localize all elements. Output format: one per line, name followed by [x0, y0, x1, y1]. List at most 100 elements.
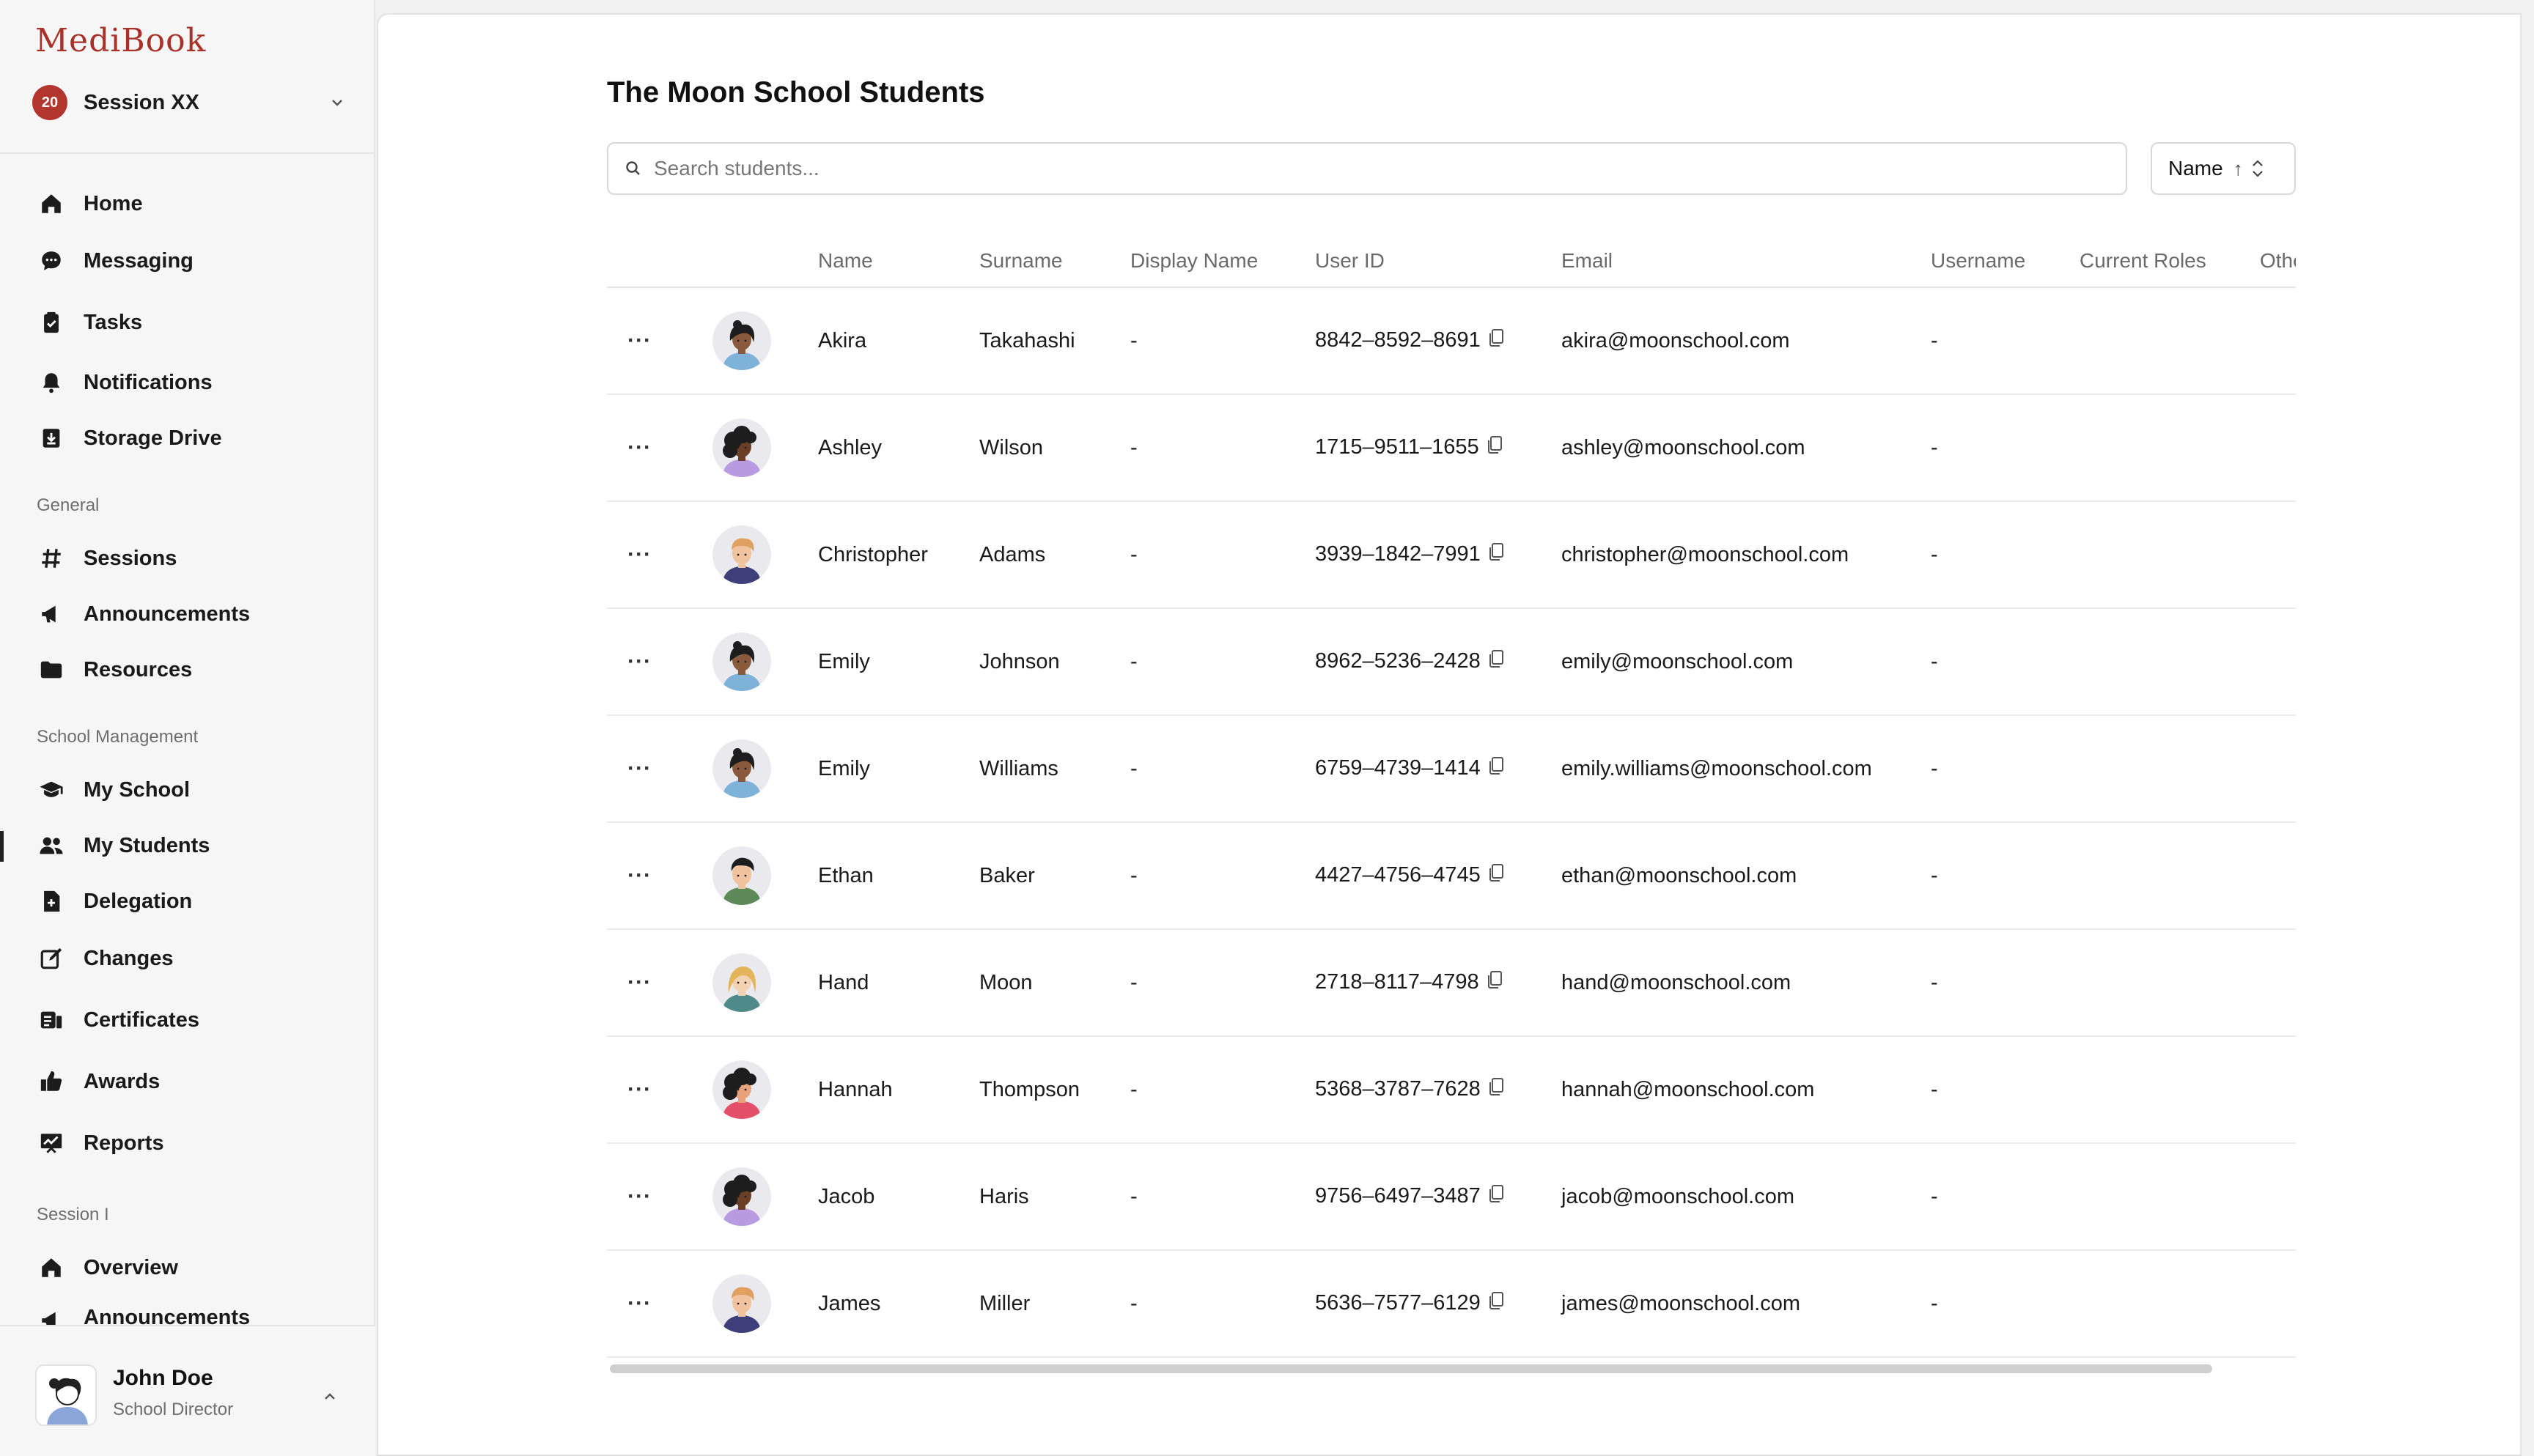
sidebar-item-label: Messaging — [84, 248, 194, 273]
table-row[interactable]: ··· Ashley Wilson - 1715–9511–1655 ashle… — [607, 394, 2296, 502]
user-id-text: 1715–9511–1655 — [1315, 435, 1479, 459]
cell-user-id: 6759–4739–1414 — [1315, 715, 1561, 823]
cell-other — [2260, 1143, 2296, 1251]
horizontal-scrollbar[interactable] — [610, 1364, 2212, 1373]
table-row[interactable]: ··· Hannah Thompson - 5368–3787–7628 han… — [607, 1036, 2296, 1144]
students-table-container[interactable]: Name Surname Display Name User ID Email … — [607, 234, 2296, 1385]
column-current-roles[interactable]: Current Roles — [2080, 234, 2260, 288]
avatar — [712, 953, 771, 1012]
row-actions-menu[interactable]: ··· — [607, 929, 712, 1037]
table-row[interactable]: ··· Jacob Haris - 9756–6497–3487 jacob@m… — [607, 1143, 2296, 1251]
table-row[interactable]: ··· James Miller - 5636–7577–6129 james@… — [607, 1250, 2296, 1358]
column-actions — [607, 234, 712, 288]
copy-icon[interactable] — [1487, 435, 1503, 460]
cell-surname: Miller — [979, 1250, 1130, 1358]
sidebar-item-delegation[interactable]: Delegation — [37, 882, 192, 920]
column-surname[interactable]: Surname — [979, 234, 1130, 288]
cell-surname: Wilson — [979, 394, 1130, 502]
cell-surname: Baker — [979, 822, 1130, 930]
cell-name: Hannah — [818, 1036, 979, 1144]
sidebar-item-reports[interactable]: Reports — [37, 1124, 164, 1162]
sidebar-item-certificates[interactable]: Certificates — [37, 1001, 199, 1039]
row-actions-menu[interactable]: ··· — [607, 1250, 712, 1358]
cell-user-id: 9756–6497–3487 — [1315, 1143, 1561, 1251]
sidebar-item-my-school[interactable]: My School — [37, 771, 190, 809]
sidebar-item-overview[interactable]: Overview — [37, 1249, 178, 1287]
copy-icon[interactable] — [1488, 649, 1504, 674]
cell-username: - — [1931, 1036, 2080, 1144]
row-actions-menu[interactable]: ··· — [607, 287, 712, 395]
copy-icon[interactable] — [1488, 863, 1504, 888]
table-row[interactable]: ··· Ethan Baker - 4427–4756–4745 ethan@m… — [607, 822, 2296, 930]
cell-current-roles — [2080, 394, 2260, 502]
nav-section-school: School Management — [37, 727, 199, 747]
column-username[interactable]: Username — [1931, 234, 2080, 288]
search-icon — [626, 161, 640, 175]
avatar-cell — [712, 715, 818, 823]
search-input[interactable] — [654, 157, 2047, 180]
column-email[interactable]: Email — [1561, 234, 1931, 288]
column-other[interactable]: Other — [2260, 234, 2296, 288]
table-row[interactable]: ··· Emily Williams - 6759–4739–1414 emil… — [607, 715, 2296, 823]
row-actions-menu[interactable]: ··· — [607, 1143, 712, 1251]
copy-icon[interactable] — [1488, 328, 1504, 353]
cell-email: ashley@moonschool.com — [1561, 394, 1931, 502]
user-role: School Director — [113, 1400, 234, 1419]
sidebar-item-my-students[interactable]: My Students — [37, 827, 210, 865]
row-actions-menu[interactable]: ··· — [607, 822, 712, 930]
avatar — [712, 739, 771, 798]
sidebar-item-announcements[interactable]: Announcements — [37, 1303, 250, 1325]
avatar-cell — [712, 608, 818, 716]
cell-other — [2260, 822, 2296, 930]
cell-email: james@moonschool.com — [1561, 1250, 1931, 1358]
row-actions-menu[interactable]: ··· — [607, 1036, 712, 1144]
user-profile[interactable]: John Doe School Director — [0, 1325, 375, 1456]
copy-icon[interactable] — [1488, 1184, 1504, 1209]
table-row[interactable]: ··· Akira Takahashi - 8842–8592–8691 aki… — [607, 287, 2296, 395]
sidebar-item-notifications[interactable]: Notifications — [37, 363, 213, 402]
cell-name: James — [818, 1250, 979, 1358]
row-actions-menu[interactable]: ··· — [607, 501, 712, 609]
sidebar-item-resources[interactable]: Resources — [37, 651, 192, 689]
table-row[interactable]: ··· Hand Moon - 2718–8117–4798 hand@moon… — [607, 929, 2296, 1037]
avatar-cell — [712, 287, 818, 395]
copy-icon[interactable] — [1487, 970, 1503, 995]
table-header-row: Name Surname Display Name User ID Email … — [607, 234, 2296, 288]
cell-username: - — [1931, 929, 2080, 1037]
sidebar-item-changes[interactable]: Changes — [37, 939, 173, 978]
cell-username: - — [1931, 715, 2080, 823]
sidebar-item-messaging[interactable]: Messaging — [37, 242, 194, 280]
sidebar-item-tasks[interactable]: Tasks — [37, 303, 142, 341]
avatar — [712, 311, 771, 370]
user-id-text: 8842–8592–8691 — [1315, 328, 1481, 352]
sidebar-item-announcements[interactable]: Announcements — [37, 595, 250, 633]
sort-select[interactable]: Name ↑ — [2151, 142, 2296, 195]
cell-name: Jacob — [818, 1143, 979, 1251]
cell-user-id: 4427–4756–4745 — [1315, 822, 1561, 930]
row-actions-menu[interactable]: ··· — [607, 715, 712, 823]
column-display-name[interactable]: Display Name — [1130, 234, 1315, 288]
cell-email: ethan@moonschool.com — [1561, 822, 1931, 930]
column-user-id[interactable]: User ID — [1315, 234, 1561, 288]
avatar — [712, 1274, 771, 1333]
column-name[interactable]: Name — [818, 234, 979, 288]
table-row[interactable]: ··· Emily Johnson - 8962–5236–2428 emily… — [607, 608, 2296, 716]
avatar — [712, 632, 771, 691]
cell-display-name: - — [1130, 1143, 1315, 1251]
row-actions-menu[interactable]: ··· — [607, 394, 712, 502]
copy-icon[interactable] — [1488, 1077, 1504, 1102]
row-actions-menu[interactable]: ··· — [607, 608, 712, 716]
copy-icon[interactable] — [1488, 542, 1504, 567]
copy-icon[interactable] — [1488, 1291, 1504, 1316]
chevron-up-icon[interactable] — [321, 1388, 339, 1405]
sidebar-item-home[interactable]: Home — [37, 185, 143, 223]
sidebar-item-sessions[interactable]: Sessions — [37, 539, 177, 577]
sidebar-item-storage-drive[interactable]: Storage Drive — [37, 419, 222, 457]
brand-logo[interactable]: MediBook — [35, 22, 206, 59]
table-row[interactable]: ··· Christopher Adams - 3939–1842–7991 c… — [607, 501, 2296, 609]
sidebar-item-awards[interactable]: Awards — [37, 1063, 160, 1101]
copy-icon[interactable] — [1488, 756, 1504, 781]
session-switcher[interactable]: 20 Session XX — [32, 82, 346, 123]
search-box[interactable] — [607, 142, 2127, 195]
folder-icon — [37, 655, 66, 684]
